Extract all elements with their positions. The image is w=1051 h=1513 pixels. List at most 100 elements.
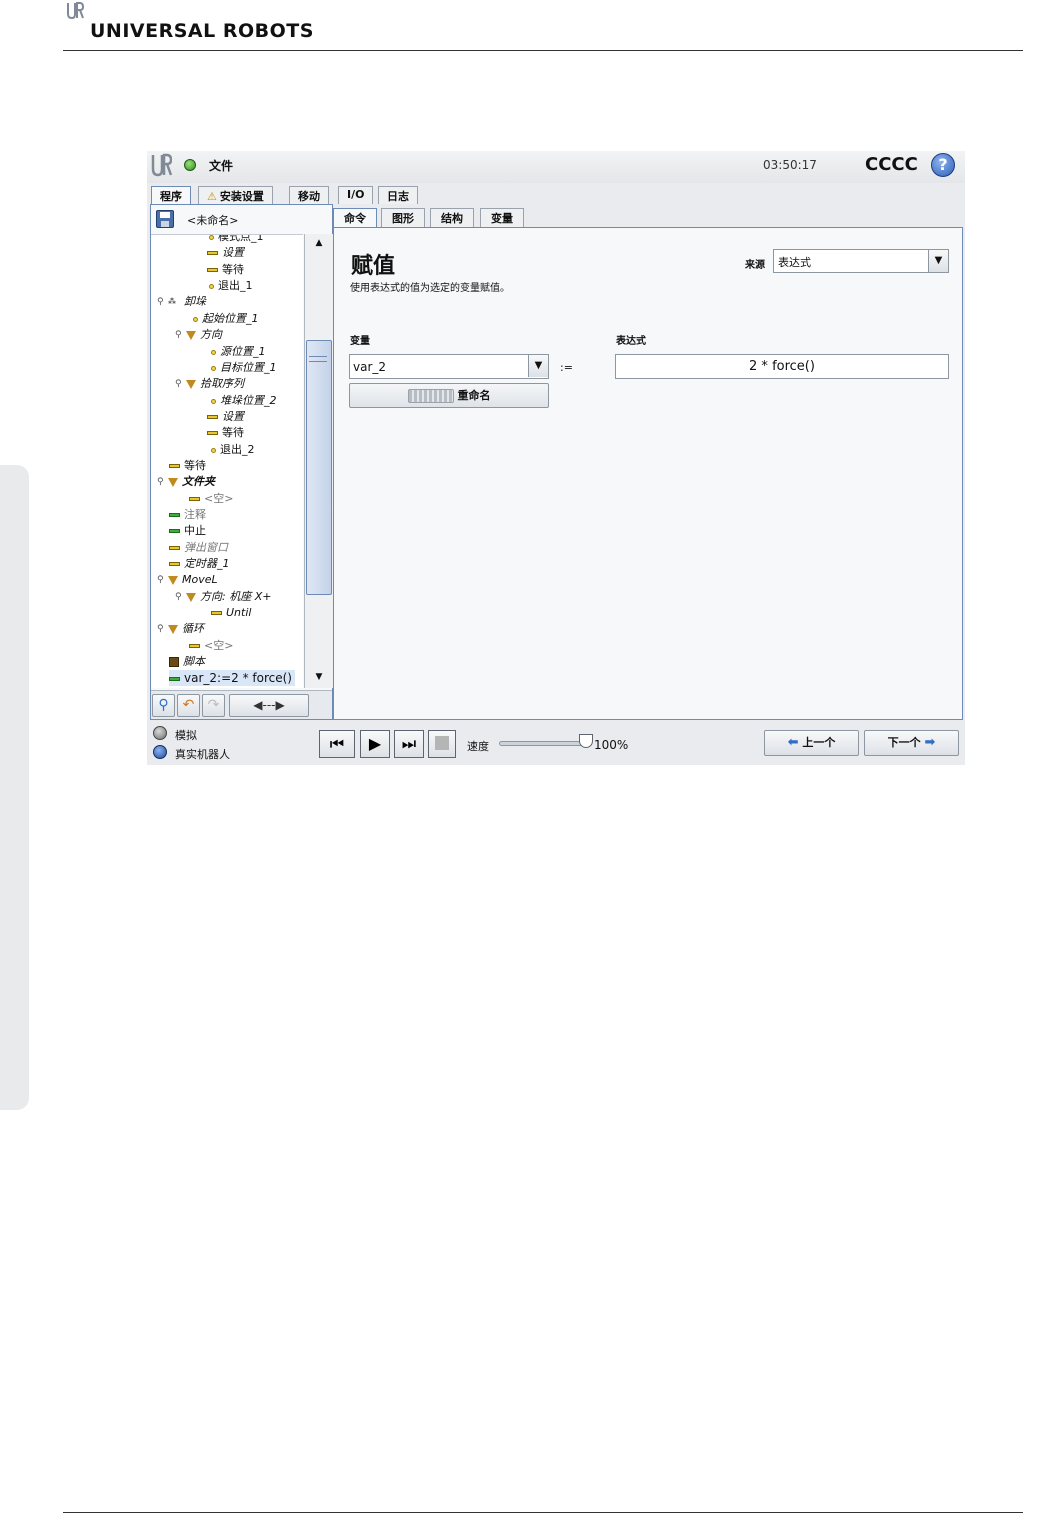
previous-button[interactable]: ⬅ 上一个 [764,730,859,756]
tree-node[interactable]: ⚲ 循环 [157,621,204,637]
tree-node[interactable]: ⚲ ⁂ 卸垛 [157,294,206,310]
expand-icon: ⚲ [157,297,164,307]
variable-value: var_2 [353,360,387,374]
tree-node[interactable]: 中止 [169,523,206,539]
top-bar: 文件 03:50:17 CCCC ? [147,151,965,183]
tree-node[interactable]: <空> [189,491,233,507]
chevron-down-icon[interactable]: ▼ [528,355,548,377]
expression-label: 表达式 [616,336,646,347]
scroll-up-icon[interactable]: ▲ [307,236,331,250]
tab-log[interactable]: 日志 [378,186,418,204]
tree-node[interactable]: <空> [189,638,233,654]
tree-node[interactable]: 等待 [207,262,244,278]
robot-status-icon [184,159,196,171]
play-button[interactable]: ▶ [360,730,390,758]
robot-name: CCCC [865,154,918,175]
redo-button[interactable]: ↷ [202,694,225,717]
rename-label: 重命名 [457,389,491,402]
assign-operator: := [560,361,573,374]
tree-node[interactable]: 等待 [207,425,244,441]
variable-dropdown[interactable]: var_2 ▼ [349,354,549,379]
expand-icon: ⚲ [157,624,164,634]
comment-icon [169,513,180,517]
tab-structure[interactable]: 结构 [430,208,474,227]
speed-slider-thumb[interactable] [579,734,593,748]
undo-button[interactable]: ↶ [177,694,200,717]
command-description: 使用表达式的值为选定的变量赋值。 [350,283,510,294]
expand-icon: ⚲ [175,592,182,602]
expand-icon: ⚲ [157,575,164,585]
tree-node[interactable]: 模式点_1 [209,235,264,245]
tree-node[interactable]: 等待 [169,458,206,474]
tree-node[interactable]: ⚲ 文件夹 [157,474,215,490]
next-button[interactable]: 下一个 ➡ [864,730,959,756]
tree-node[interactable]: ⚲ 方向: 机座 X+ [175,589,271,605]
timer-icon [169,562,180,566]
tree-node[interactable]: 源位置_1 [211,344,266,360]
tab-installation[interactable]: ⚠ 安装设置 [198,186,273,204]
folder-triangle-icon [168,477,178,487]
save-icon[interactable] [156,210,174,228]
tree-node[interactable]: 起始位置_1 [193,311,259,327]
speed-label: 速度 [467,740,489,753]
tab-move[interactable]: 移动 [289,186,329,204]
tab-program[interactable]: 程序 [151,186,191,204]
tree-node[interactable]: 退出_2 [211,442,255,458]
tree-node[interactable]: Until [211,605,251,621]
program-panel: <未命名> 模式点_1 设置 等待 退出_1 ⚲ ⁂ 卸垛 起始位置_1 ⚲ 方向 源… [150,204,333,720]
simulation-radio[interactable] [153,726,167,740]
step-button[interactable]: ⏭ [394,730,424,758]
real-robot-radio[interactable] [153,745,167,759]
command-body: 赋值 使用表达式的值为选定的变量赋值。 来源 表达式 ▼ 变量 var_2 ▼ … [333,227,963,720]
scroll-grip-icon [309,356,327,362]
tab-graphics[interactable]: 图形 [381,208,425,227]
tree-node[interactable]: 设置 [207,409,244,425]
waypoint-icon [211,398,216,404]
script-icon [169,657,179,667]
rename-button[interactable]: 重命名 [349,383,549,408]
tree-node[interactable]: 退出_1 [209,278,253,294]
tree-node[interactable]: 定时器_1 [169,556,230,572]
tree-node[interactable]: 弹出窗口 [169,540,228,556]
stop-button[interactable] [428,730,456,758]
expand-icon: ⚲ [175,379,182,389]
tree-toolbar: ⚲ ↶ ↷ ◀---▶ [151,690,332,719]
expression-field[interactable]: 2 * force() [615,354,949,379]
folder-triangle-icon [168,575,178,585]
set-icon [207,251,218,255]
program-name: <未命名> [187,214,239,227]
chevron-down-icon[interactable]: ▼ [928,250,948,272]
tree-node[interactable]: ⚲ 方向 [175,327,222,343]
cut-button[interactable]: ◀---▶ [229,694,309,717]
tab-command[interactable]: 命令 [333,208,377,227]
tree-node[interactable]: ⚲ 拾取序列 [175,376,244,392]
speed-value: 100% [594,738,629,752]
empty-icon [189,497,200,501]
tab-variables[interactable]: 变量 [480,208,524,227]
tree-node[interactable]: 目标位置_1 [211,360,277,376]
search-button[interactable]: ⚲ [152,694,175,717]
tree-node[interactable]: ⚲ MoveL [157,572,218,588]
tree-node[interactable]: 堆垛位置_2 [211,393,277,409]
speed-slider[interactable] [499,741,587,746]
bottom-bar: 模拟 真实机器人 ⏮ ▶ ⏭ 速度 100% ⬅ 上一个 下一个 ➡ [147,724,965,765]
help-button[interactable]: ? [931,153,955,177]
tab-io[interactable]: I/O [338,186,374,204]
tab-installation-label: 安装设置 [219,190,264,203]
tree-node[interactable]: 注释 [169,507,206,523]
wait-icon [169,464,180,468]
tree-node[interactable]: 设置 [207,245,244,261]
side-tab [0,465,29,1110]
folder-triangle-icon [168,624,178,634]
brand-name: UNIVERSAL ROBOTS [90,20,314,42]
source-dropdown[interactable]: 表达式 ▼ [773,249,949,273]
tree-scrollbar[interactable]: ▲ ▼ [304,234,333,688]
rewind-button[interactable]: ⏮ [319,730,355,758]
scroll-thumb[interactable] [306,340,332,595]
file-menu[interactable]: 文件 [209,157,233,174]
scroll-down-icon[interactable]: ▼ [307,670,331,684]
pallet-icon: ⁂ [168,297,176,306]
warning-icon: ⚠ [207,190,217,203]
tree-node[interactable]: 脚本 [169,654,205,670]
tree-node-selected[interactable]: var_2:=2 * force() [169,670,295,686]
